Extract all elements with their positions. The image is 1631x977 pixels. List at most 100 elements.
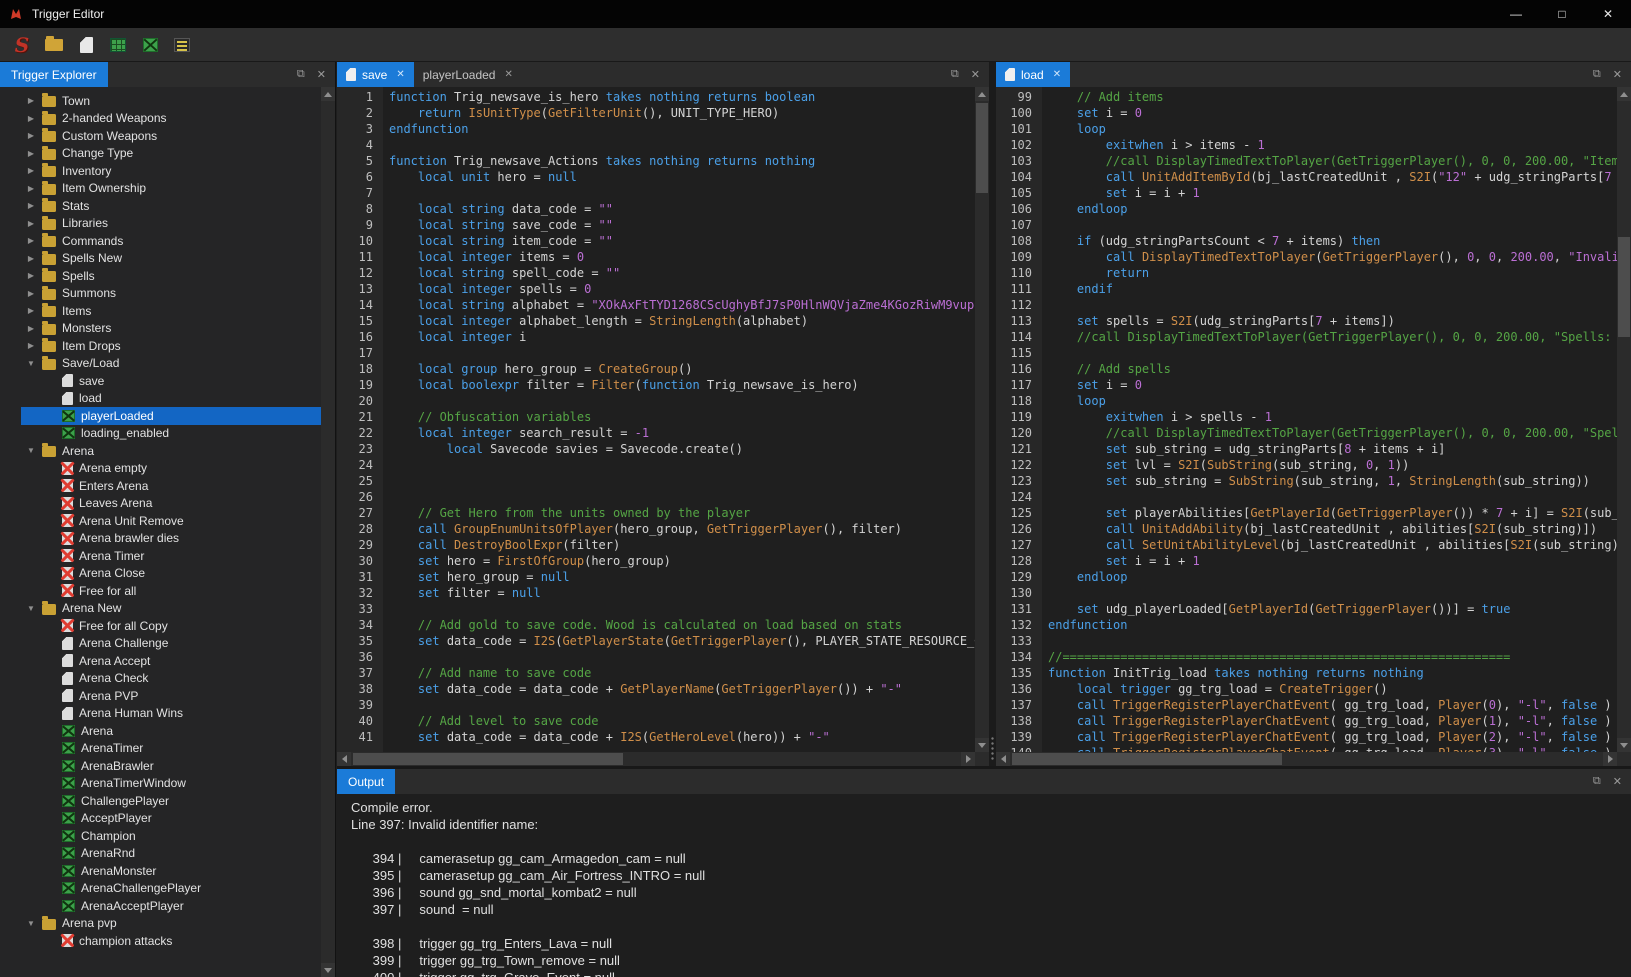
code-line[interactable]: 7 xyxy=(337,185,975,201)
chevron-right-icon[interactable]: ▶ xyxy=(24,184,38,193)
tree-item-arenamonster[interactable]: ArenaMonster xyxy=(0,862,321,880)
scrollbar-thumb[interactable] xyxy=(1618,237,1630,337)
code-line[interactable]: 8 local string data_code = "" xyxy=(337,201,975,217)
code-line[interactable]: 134//===================================… xyxy=(996,649,1617,665)
code-line[interactable]: 139 call TriggerRegisterPlayerChatEvent(… xyxy=(996,729,1617,745)
tree-item-custom-weapons[interactable]: ▶Custom Weapons xyxy=(0,127,321,145)
chevron-down-icon[interactable]: ▼ xyxy=(24,919,38,928)
code-line[interactable]: 109 call DisplayTimedTextToPlayer(GetTri… xyxy=(996,249,1617,265)
code-line[interactable]: 108 if (udg_stringPartsCount < 7 + items… xyxy=(996,233,1617,249)
chevron-right-icon[interactable]: ▶ xyxy=(24,114,38,123)
tree-item-arena-challenge[interactable]: Arena Challenge xyxy=(0,635,321,653)
code-line[interactable]: 120 //call DisplayTimedTextToPlayer(GetT… xyxy=(996,425,1617,441)
tree-item-arena-empty[interactable]: Arena empty xyxy=(0,460,321,478)
scrollbar-thumb[interactable] xyxy=(1012,753,1282,765)
code-line[interactable]: 135function InitTrig_load takes nothing … xyxy=(996,665,1617,681)
scroll-down-button[interactable] xyxy=(975,738,989,752)
code-line[interactable]: 116 // Add spells xyxy=(996,361,1617,377)
code-line[interactable]: 30 set hero = FirstOfGroup(hero_group) xyxy=(337,553,975,569)
tree-item-arena-new[interactable]: ▼Arena New xyxy=(0,600,321,618)
code-line[interactable]: 117 set i = 0 xyxy=(996,377,1617,393)
tree-item-arenachallengeplayer[interactable]: ArenaChallengePlayer xyxy=(0,880,321,898)
float-panel-icon[interactable]: ⧉ xyxy=(297,68,305,81)
code-line[interactable]: 36 xyxy=(337,649,975,665)
save-editor-tab-save[interactable]: save✕ xyxy=(337,62,414,87)
code-line[interactable]: 4 xyxy=(337,137,975,153)
tree-item-load[interactable]: load xyxy=(0,390,321,408)
chevron-right-icon[interactable]: ▶ xyxy=(24,131,38,140)
chevron-right-icon[interactable]: ▶ xyxy=(24,219,38,228)
code-line[interactable]: 31 set hero_group = null xyxy=(337,569,975,585)
code-line[interactable]: 105 set i = i + 1 xyxy=(996,185,1617,201)
chevron-right-icon[interactable]: ▶ xyxy=(24,341,38,350)
chevron-right-icon[interactable]: ▶ xyxy=(24,201,38,210)
tree-item-spells[interactable]: ▶Spells xyxy=(0,267,321,285)
code-line[interactable]: 113 set spells = S2I(udg_stringParts[7 +… xyxy=(996,313,1617,329)
code-editor-load[interactable]: 99 // Add items100 set i = 0101 loop102 … xyxy=(996,87,1617,752)
tree-item-playerloaded[interactable]: playerLoaded xyxy=(0,407,321,425)
tree-item-libraries[interactable]: ▶Libraries xyxy=(0,215,321,233)
code-line[interactable]: 121 set sub_string = udg_stringParts[8 +… xyxy=(996,441,1617,457)
chevron-down-icon[interactable]: ▼ xyxy=(24,359,38,368)
tree-item-loading-enabled[interactable]: loading_enabled xyxy=(0,425,321,443)
code-line[interactable]: 111 endif xyxy=(996,281,1617,297)
scroll-down-button[interactable] xyxy=(1617,738,1631,752)
code-line[interactable]: 99 // Add items xyxy=(996,89,1617,105)
save-editor-tab-playerloaded[interactable]: playerLoaded✕ xyxy=(414,62,522,87)
tree-item-arenatimerwindow[interactable]: ArenaTimerWindow xyxy=(0,775,321,793)
code-line[interactable]: 16 local integer i xyxy=(337,329,975,345)
jass-logo-button[interactable]: S xyxy=(8,31,36,59)
tree-item-summons[interactable]: ▶Summons xyxy=(0,285,321,303)
tree-item-leaves-arena[interactable]: Leaves Arena xyxy=(0,495,321,513)
scroll-up-button[interactable] xyxy=(321,87,335,101)
tree-item-challengeplayer[interactable]: ChallengePlayer xyxy=(0,792,321,810)
code-line[interactable]: 106 endloop xyxy=(996,201,1617,217)
tree-item-acceptplayer[interactable]: AcceptPlayer xyxy=(0,810,321,828)
code-line[interactable]: 33 xyxy=(337,601,975,617)
code-line[interactable]: 118 loop xyxy=(996,393,1617,409)
scroll-up-button[interactable] xyxy=(975,87,989,101)
chevron-down-icon[interactable]: ▼ xyxy=(24,604,38,613)
code-line[interactable]: 103 //call DisplayTimedTextToPlayer(GetT… xyxy=(996,153,1617,169)
code-line[interactable]: 123 set sub_string = SubString(sub_strin… xyxy=(996,473,1617,489)
tree-item-arenabrawler[interactable]: ArenaBrawler xyxy=(0,757,321,775)
tree-item-item-drops[interactable]: ▶Item Drops xyxy=(0,337,321,355)
code-line[interactable]: 6 local unit hero = null xyxy=(337,169,975,185)
tree-item-items[interactable]: ▶Items xyxy=(0,302,321,320)
tree-item-arena-timer[interactable]: Arena Timer xyxy=(0,547,321,565)
code-line[interactable]: 138 call TriggerRegisterPlayerChatEvent(… xyxy=(996,713,1617,729)
code-line[interactable]: 128 set i = i + 1 xyxy=(996,553,1617,569)
code-line[interactable]: 26 xyxy=(337,489,975,505)
code-line[interactable]: 126 call UnitAddAbility(bj_lastCreatedUn… xyxy=(996,521,1617,537)
open-folder-button[interactable] xyxy=(40,31,68,59)
tree-item-arena-pvp[interactable]: ▼Arena pvp xyxy=(0,915,321,933)
float-panel-icon[interactable]: ⧉ xyxy=(951,68,959,81)
code-line[interactable]: 10 local string item_code = "" xyxy=(337,233,975,249)
code-line[interactable]: 18 local group hero_group = CreateGroup(… xyxy=(337,361,975,377)
maximize-button[interactable]: □ xyxy=(1539,0,1585,28)
tree-item-arena[interactable]: Arena xyxy=(0,722,321,740)
minimize-button[interactable]: — xyxy=(1493,0,1539,28)
trigger-explorer-tab[interactable]: Trigger Explorer xyxy=(0,62,108,87)
tree-item-enters-arena[interactable]: Enters Arena xyxy=(0,477,321,495)
close-panel-icon[interactable]: ✕ xyxy=(317,68,326,81)
code-line[interactable]: 112 xyxy=(996,297,1617,313)
new-file-button[interactable] xyxy=(72,31,100,59)
chevron-right-icon[interactable]: ▶ xyxy=(24,306,38,315)
tree-item-arena-pvp[interactable]: Arena PVP xyxy=(0,687,321,705)
list-view-button[interactable] xyxy=(168,31,196,59)
load-vertical-scrollbar[interactable] xyxy=(1617,87,1631,752)
chevron-right-icon[interactable]: ▶ xyxy=(24,96,38,105)
float-panel-icon[interactable]: ⧉ xyxy=(1593,775,1601,788)
code-line[interactable]: 130 xyxy=(996,585,1617,601)
code-line[interactable]: 119 exitwhen i > spells - 1 xyxy=(996,409,1617,425)
code-line[interactable]: 29 call DestroyBoolExpr(filter) xyxy=(337,537,975,553)
code-line[interactable]: 17 xyxy=(337,345,975,361)
scrollbar-thumb[interactable] xyxy=(976,103,988,193)
code-line[interactable]: 12 local string spell_code = "" xyxy=(337,265,975,281)
tree-item-arena[interactable]: ▼Arena xyxy=(0,442,321,460)
editor-splitter[interactable] xyxy=(989,62,996,766)
tree-item-champion[interactable]: Champion xyxy=(0,827,321,845)
chevron-right-icon[interactable]: ▶ xyxy=(24,289,38,298)
script-check-button[interactable] xyxy=(136,31,164,59)
